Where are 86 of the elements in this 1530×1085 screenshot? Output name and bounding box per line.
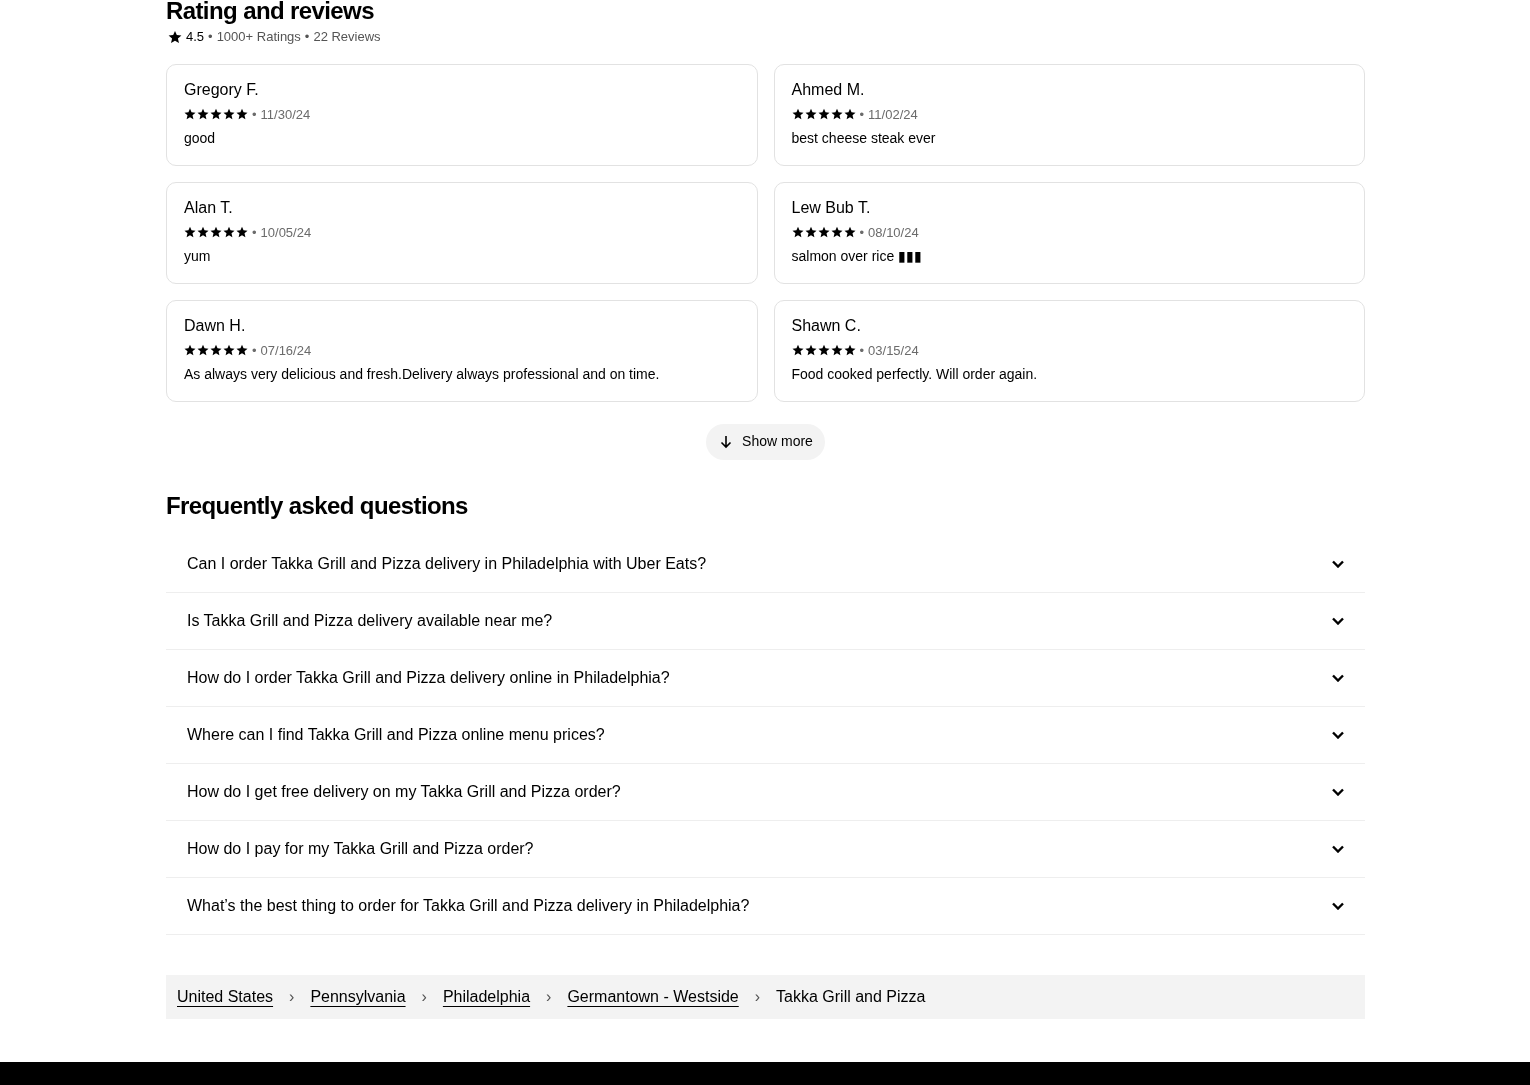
chevron-icon <box>1332 787 1344 796</box>
chevron-icon <box>1332 844 1344 853</box>
separator-dot: • <box>304 28 310 46</box>
star-icon <box>830 344 843 357</box>
star-icon <box>817 226 830 239</box>
review-text: yum <box>184 247 212 266</box>
star-icon <box>197 344 209 357</box>
faq-item[interactable]: How do I pay for my Takka Grill and Pizza order? <box>166 820 1365 878</box>
breadcrumb-separator: › <box>421 986 427 1007</box>
faq-item[interactable]: How do I order Takka Grill and Pizza delivery online in Philadelphia? <box>166 649 1365 707</box>
reviewer-name: Shawn C. <box>791 315 862 336</box>
breadcrumb-link[interactable]: Germantown - Westside <box>567 984 739 1009</box>
chevron-icon <box>1332 616 1344 625</box>
star-icon <box>210 108 222 121</box>
separator-dot: • <box>252 223 257 242</box>
faq-title: Frequently asked questions <box>166 490 469 521</box>
breadcrumb-link[interactable]: Philadelphia <box>442 984 531 1009</box>
star-icon <box>184 108 196 121</box>
breadcrumb-separator: › <box>546 986 552 1007</box>
star-icon <box>223 108 235 121</box>
reviewer-name: Gregory F. <box>184 79 260 100</box>
star-icon <box>223 226 235 239</box>
star-icon <box>236 226 248 239</box>
star-icon <box>843 226 856 239</box>
rating-value: 4.5 <box>186 28 205 46</box>
star-icon <box>197 108 209 121</box>
star-icon <box>210 226 222 239</box>
breadcrumb-separator: › <box>289 986 295 1007</box>
review-date: 07/16/24 <box>260 341 312 360</box>
review-date: 11/30/24 <box>260 105 311 124</box>
star-icon <box>830 226 843 239</box>
review-text: As always very delicious and fresh.Delivery always professional and on time. <box>184 365 661 384</box>
separator-dot: • <box>208 28 213 46</box>
star-icon <box>843 344 856 357</box>
show-more-button[interactable]: Show more <box>706 423 825 460</box>
review-text: good <box>184 129 217 148</box>
breadcrumb-link[interactable]: Pennsylvania <box>310 984 406 1009</box>
reviewer-name: Lew Bub T. <box>791 197 872 218</box>
star-icon <box>236 344 248 357</box>
star-icon <box>817 108 830 121</box>
review-text: Food cooked perfectly. Will order again. <box>791 365 1039 384</box>
star-icon <box>210 344 222 357</box>
faq-item[interactable]: Is Takka Grill and Pizza delivery available near me? <box>166 592 1365 650</box>
section-title: Rating and reviews <box>166 0 375 22</box>
star-icon <box>184 344 196 357</box>
chevron-icon <box>1332 730 1344 739</box>
star-icon <box>168 29 182 44</box>
chevron-icon <box>1332 673 1344 682</box>
ratings-count: 1000+ Ratings <box>216 28 301 46</box>
star-icon <box>804 344 817 357</box>
star-icon <box>223 344 235 357</box>
reviewer-name: Dawn H. <box>184 315 247 336</box>
star-icon <box>843 108 856 121</box>
star-icon <box>236 108 248 121</box>
separator-dot: • <box>859 223 865 242</box>
star-icon <box>830 108 843 121</box>
faq-item[interactable]: How do I get free delivery on my Takka Grill and Pizza order? <box>166 763 1365 821</box>
faq-item[interactable]: Can I order Takka Grill and Pizza delivery in Philadelphia with Uber Eats? <box>166 535 1365 593</box>
reviews-count: 22 Reviews <box>313 28 381 46</box>
star-icon <box>804 108 817 121</box>
review-date: 11/02/24 <box>868 105 918 124</box>
reviewer-name: Alan T. <box>184 197 234 218</box>
separator-dot: • <box>252 105 257 124</box>
star-icon <box>791 344 804 357</box>
breadcrumb-link[interactable]: United States <box>177 984 274 1009</box>
star-icon <box>197 226 209 239</box>
separator-dot: • <box>859 341 865 360</box>
star-icon <box>804 226 817 239</box>
review-date: 03/15/24 <box>868 341 919 360</box>
star-icon <box>791 226 804 239</box>
chevron-icon <box>1332 901 1344 910</box>
review-text: salmon over rice ▮▮▮ <box>791 247 924 266</box>
star-icon <box>791 108 804 121</box>
separator-dot: • <box>252 341 257 360</box>
review-date: 08/10/24 <box>868 223 919 242</box>
review-date: 10/05/24 <box>260 223 312 242</box>
review-text: best cheese steak ever <box>791 129 937 148</box>
separator-dot: • <box>859 105 865 124</box>
breadcrumb-separator: › <box>754 986 761 1007</box>
star-icon <box>817 344 830 357</box>
star-icon <box>184 226 196 239</box>
faq-item[interactable]: Where can I find Takka Grill and Pizza online menu prices? <box>166 706 1365 764</box>
chevron-icon <box>1332 559 1344 568</box>
reviewer-name: Ahmed M. <box>791 79 866 100</box>
breadcrumb-current: Takka Grill and Pizza <box>776 986 926 1007</box>
faq-item[interactable]: What’s the best thing to order for Takka Grill and Pizza delivery in Philadelphia? <box>166 877 1365 935</box>
